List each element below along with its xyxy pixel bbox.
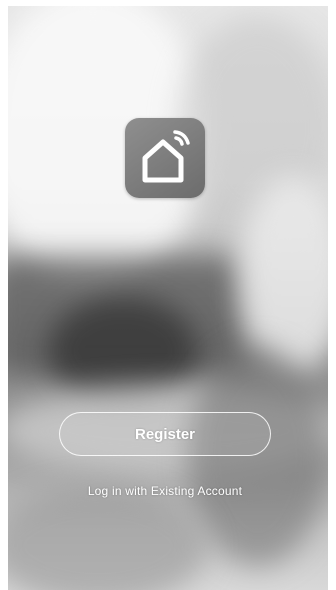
background-blur (8, 486, 208, 590)
app-logo (125, 118, 205, 198)
smart-home-wifi-icon (142, 130, 190, 183)
welcome-screen (8, 6, 328, 590)
login-existing-account-link[interactable]: Log in with Existing Account (40, 484, 290, 498)
register-button[interactable]: Register (59, 412, 271, 456)
background-blur (188, 346, 328, 566)
